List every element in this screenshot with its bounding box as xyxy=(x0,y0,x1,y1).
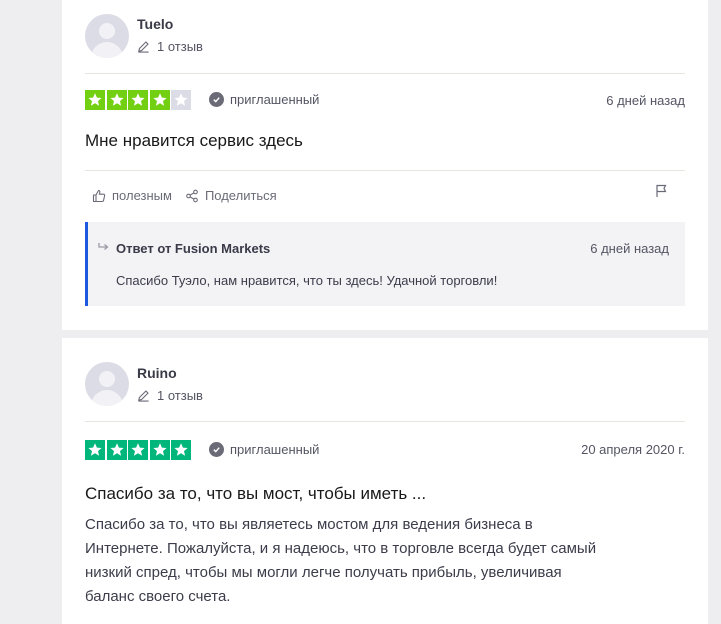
share-button[interactable]: Поделиться xyxy=(185,188,277,203)
thumbs-up-icon xyxy=(92,189,106,202)
invited-label: приглашенный xyxy=(230,92,320,107)
review-body: Спасибо за то, что вы являетесь мостом д… xyxy=(85,513,685,609)
check-icon xyxy=(209,92,224,107)
flag-icon[interactable] xyxy=(655,184,668,198)
divider xyxy=(85,421,685,422)
reply-text: Спасибо Туэло, нам нравится, что ты здес… xyxy=(116,273,498,288)
useful-label: полезным xyxy=(112,188,172,203)
star-icon xyxy=(149,440,170,460)
avatar[interactable] xyxy=(85,362,129,406)
useful-button[interactable]: полезным xyxy=(92,188,172,203)
star-icon xyxy=(85,440,105,460)
star-icon xyxy=(128,440,148,460)
reviewer-name[interactable]: Ruino xyxy=(137,365,177,381)
company-reply: Ответ от Fusion Markets 6 дней назад Спа… xyxy=(85,222,685,306)
star-icon xyxy=(85,90,105,110)
share-icon xyxy=(186,189,198,202)
avatar[interactable] xyxy=(85,14,129,58)
review-card: Tuelo 1 отзыв приглашенный 6 дней назад … xyxy=(62,0,708,330)
reviewer-name[interactable]: Tuelo xyxy=(137,16,173,32)
review-count-label: 1 отзыв xyxy=(157,39,203,54)
reply-date: 6 дней назад xyxy=(590,241,669,256)
review-count: 1 отзыв xyxy=(137,388,203,403)
pencil-icon xyxy=(138,41,149,53)
review-text-line: Спасибо за то, что вы являетесь мостом д… xyxy=(85,516,533,533)
star-icon xyxy=(106,440,127,460)
review-text-line: баланс своего счета. xyxy=(85,588,231,605)
review-date: 20 апреля 2020 г. xyxy=(581,442,685,457)
star-icon xyxy=(171,90,191,110)
star-rating xyxy=(85,440,193,460)
check-icon xyxy=(209,442,224,457)
review-title[interactable]: Спасибо за то, что вы мост, чтобы иметь … xyxy=(85,484,426,504)
invited-badge: приглашенный xyxy=(209,92,319,107)
review-card: Ruino 1 отзыв приглашенный 20 апреля 202… xyxy=(62,338,708,624)
reply-arrow-icon xyxy=(98,243,109,250)
divider xyxy=(85,170,685,171)
star-icon xyxy=(106,90,127,110)
pencil-icon xyxy=(138,390,149,402)
review-actions: полезным Поделиться xyxy=(92,188,290,203)
review-count: 1 отзыв xyxy=(137,39,203,54)
review-count-label: 1 отзыв xyxy=(157,388,203,403)
star-icon xyxy=(128,90,148,110)
invited-badge: приглашенный xyxy=(209,442,319,457)
invited-label: приглашенный xyxy=(230,442,320,457)
review-date: 6 дней назад xyxy=(606,93,685,108)
reply-heading: Ответ от Fusion Markets xyxy=(116,241,271,256)
star-icon xyxy=(171,440,191,460)
review-title[interactable]: Мне нравится сервис здесь xyxy=(85,131,303,151)
star-rating xyxy=(85,90,193,110)
share-label: Поделиться xyxy=(204,188,277,203)
divider xyxy=(85,73,685,74)
review-text-line: низкий спред, чтобы мы могли легче получ… xyxy=(85,564,562,581)
review-text-line: Интернете. Пожалуйста, и я надеюсь, что … xyxy=(85,540,597,557)
star-icon xyxy=(149,90,170,110)
